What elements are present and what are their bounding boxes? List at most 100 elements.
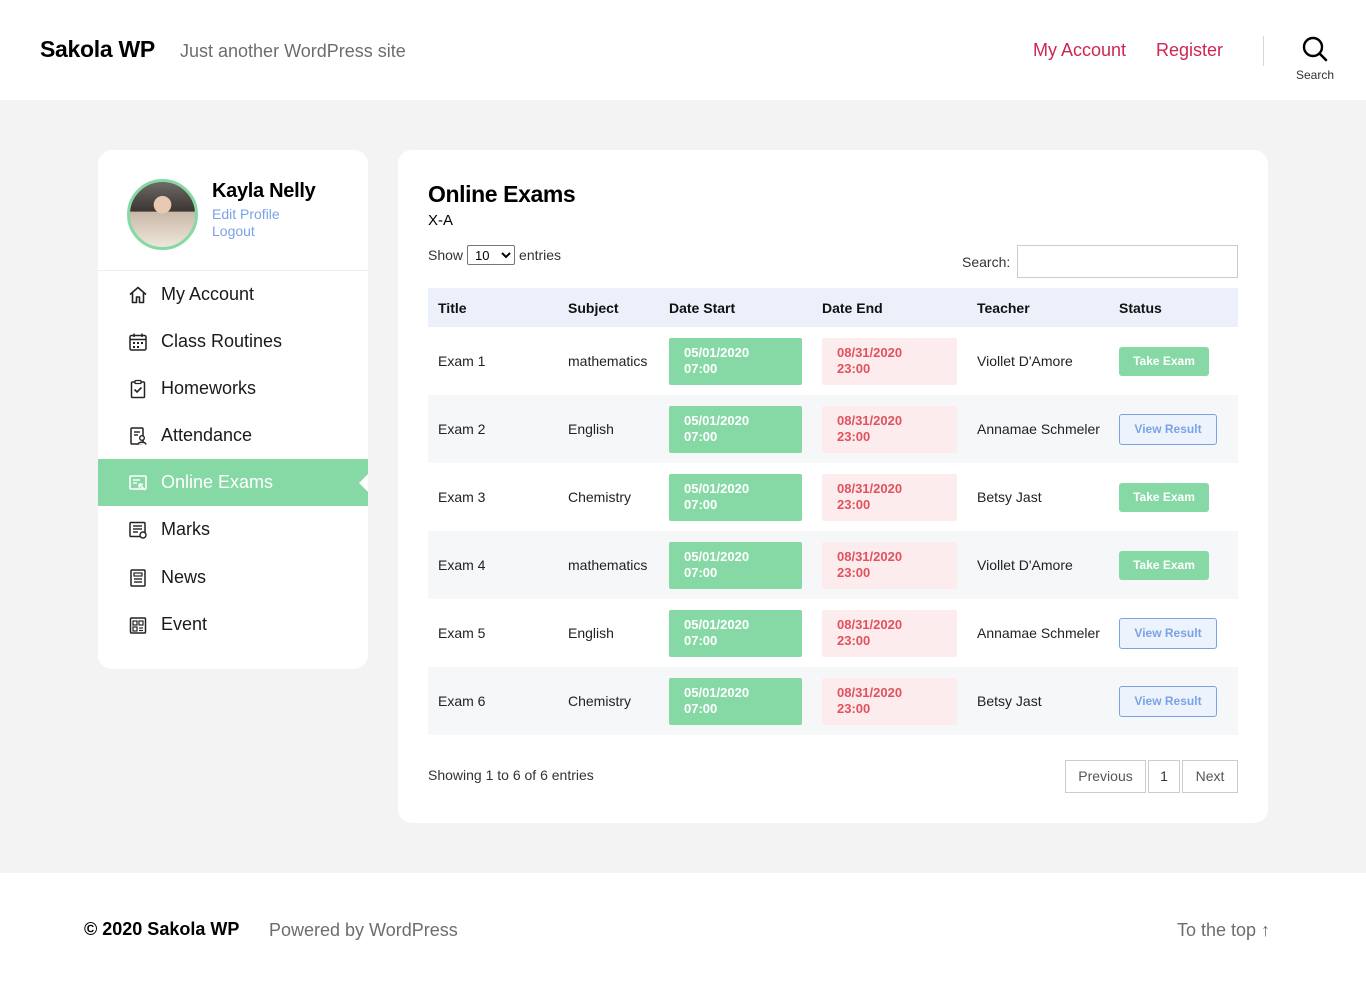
sidebar: Kayla Nelly Edit Profile Logout My Accou… <box>98 150 368 669</box>
start-time: 07:00 <box>684 700 718 716</box>
table-search: Search: <box>962 245 1239 278</box>
table-header: Title Subject Date Start Date End Teache… <box>428 288 1238 327</box>
view-result-button[interactable]: View Result <box>1119 413 1217 445</box>
end-time: 23:00 <box>837 564 871 580</box>
avatar <box>127 179 198 250</box>
sidebar-item-label: News <box>161 567 207 587</box>
column-header-date-start[interactable]: Date Start <box>669 300 822 316</box>
start-date: 05/01/2020 <box>684 344 750 360</box>
sidebar-item-label: Event <box>161 614 208 634</box>
pagination-previous-button[interactable]: Previous <box>1065 760 1146 793</box>
table-row: Exam 5 English 05/01/2020 07:00 08/31/202… <box>428 599 1238 667</box>
end-date: 08/31/2020 <box>837 412 903 428</box>
column-header-teacher[interactable]: Teacher <box>977 300 1119 316</box>
edit-profile-link[interactable]: Edit Profile <box>212 206 280 222</box>
exam-title: Exam 6 <box>438 693 486 709</box>
column-header-date-end[interactable]: Date End <box>822 300 977 316</box>
start-time: 07:00 <box>684 496 718 512</box>
end-date: 08/31/2020 <box>837 548 903 564</box>
pagination-next-button[interactable]: Next <box>1182 760 1238 793</box>
exam-title: Exam 1 <box>438 353 486 369</box>
marks-icon <box>128 520 148 540</box>
search-input[interactable] <box>1017 245 1239 278</box>
date-end-badge: 08/31/2020 23:00 <box>822 337 957 385</box>
search-label: Search: <box>962 253 1011 270</box>
exam-title: Exam 3 <box>438 489 486 505</box>
column-header-subject[interactable]: Subject <box>568 300 669 316</box>
table-row: Exam 1 mathematics 05/01/2020 07:00 08/31… <box>428 327 1238 395</box>
exam-teacher: Viollet D'Amore <box>977 557 1073 573</box>
exam-subject: Chemistry <box>568 693 632 709</box>
exam-subject: English <box>568 421 614 437</box>
online-exam-icon <box>128 473 148 493</box>
entries-select[interactable]: 10 <box>467 245 516 265</box>
page-title: Online Exams <box>428 181 576 207</box>
start-time: 07:00 <box>684 632 718 648</box>
sidebar-item-my-account[interactable]: My Account <box>98 271 368 318</box>
sidebar-item-event[interactable]: Event <box>98 601 368 648</box>
end-time: 23:00 <box>837 428 871 444</box>
sidebar-item-label: Attendance <box>161 425 253 445</box>
site-header: Sakola WP Just another WordPress site My… <box>0 0 1366 100</box>
sidebar-item-homeworks[interactable]: Homeworks <box>98 365 368 412</box>
sidebar-item-label: Online Exams <box>161 472 274 492</box>
site-title[interactable]: Sakola WP <box>40 36 155 63</box>
date-start-badge: 05/01/2020 07:00 <box>669 609 802 657</box>
sidebar-item-attendance[interactable]: Attendance <box>98 412 368 459</box>
date-end-badge: 08/31/2020 23:00 <box>822 473 957 521</box>
exam-title: Exam 5 <box>438 625 486 641</box>
sidebar-item-label: My Account <box>161 284 255 304</box>
start-time: 07:00 <box>684 360 718 376</box>
date-start-badge: 05/01/2020 07:00 <box>669 405 802 453</box>
take-exam-button[interactable]: Take Exam <box>1119 550 1209 580</box>
table-row: Exam 6 Chemistry 05/01/2020 07:00 08/31/2… <box>428 667 1238 735</box>
start-date: 05/01/2020 <box>684 684 750 700</box>
take-exam-button[interactable]: Take Exam <box>1119 482 1209 512</box>
date-start-badge: 05/01/2020 07:00 <box>669 473 802 521</box>
view-result-button[interactable]: View Result <box>1119 617 1217 649</box>
home-icon <box>128 285 148 305</box>
end-date: 08/31/2020 <box>837 480 903 496</box>
news-icon <box>128 568 148 588</box>
exams-table: Title Subject Date Start Date End Teache… <box>428 288 1238 735</box>
event-icon <box>128 615 148 635</box>
site-footer: © 2020 Sakola WP Powered by WordPress To… <box>0 873 1366 986</box>
sidebar-item-marks[interactable]: Marks <box>98 506 368 553</box>
column-header-status[interactable]: Status <box>1119 300 1238 316</box>
exam-teacher: Betsy Jast <box>977 489 1042 505</box>
end-date: 08/31/2020 <box>837 344 903 360</box>
column-header-title[interactable]: Title <box>428 300 568 316</box>
start-date: 05/01/2020 <box>684 412 750 428</box>
date-end-badge: 08/31/2020 23:00 <box>822 541 957 589</box>
to-the-top-link[interactable]: To the top ↑ <box>1177 920 1270 941</box>
end-time: 23:00 <box>837 700 871 716</box>
exam-subject: mathematics <box>568 353 648 369</box>
start-date: 05/01/2020 <box>684 616 750 632</box>
exam-title: Exam 2 <box>438 421 486 437</box>
profile-panel: Kayla Nelly Edit Profile Logout <box>98 150 368 271</box>
nav-my-account[interactable]: My Account <box>1033 40 1126 61</box>
clipboard-check-icon <box>128 379 148 399</box>
sidebar-item-label: Marks <box>161 519 210 539</box>
take-exam-button[interactable]: Take Exam <box>1119 346 1209 376</box>
class-subtitle: X-A <box>428 212 454 229</box>
profile-name: Kayla Nelly <box>212 180 316 202</box>
sidebar-item-class-routines[interactable]: Class Routines <box>98 318 368 365</box>
view-result-button[interactable]: View Result <box>1119 685 1217 717</box>
pagination-page-1[interactable]: 1 <box>1148 760 1180 793</box>
sidebar-item-label: Homeworks <box>161 378 257 398</box>
search-toggle-button[interactable]: Search <box>1289 36 1341 88</box>
logout-link[interactable]: Logout <box>212 223 255 239</box>
sidebar-item-news[interactable]: News <box>98 554 368 601</box>
exam-teacher: Betsy Jast <box>977 693 1042 709</box>
date-start-badge: 05/01/2020 07:00 <box>669 677 802 725</box>
powered-by-link[interactable]: Powered by WordPress <box>269 920 458 941</box>
nav-register[interactable]: Register <box>1156 40 1223 61</box>
exam-subject: Chemistry <box>568 489 632 505</box>
exam-subject: mathematics <box>568 557 648 573</box>
search-label: Search <box>1295 68 1335 82</box>
exam-teacher: Annamae Schmeler <box>977 625 1100 641</box>
sidebar-item-online-exams[interactable]: Online Exams <box>98 459 368 506</box>
exam-title: Exam 4 <box>438 557 486 573</box>
copyright[interactable]: © 2020 Sakola WP <box>84 919 239 940</box>
